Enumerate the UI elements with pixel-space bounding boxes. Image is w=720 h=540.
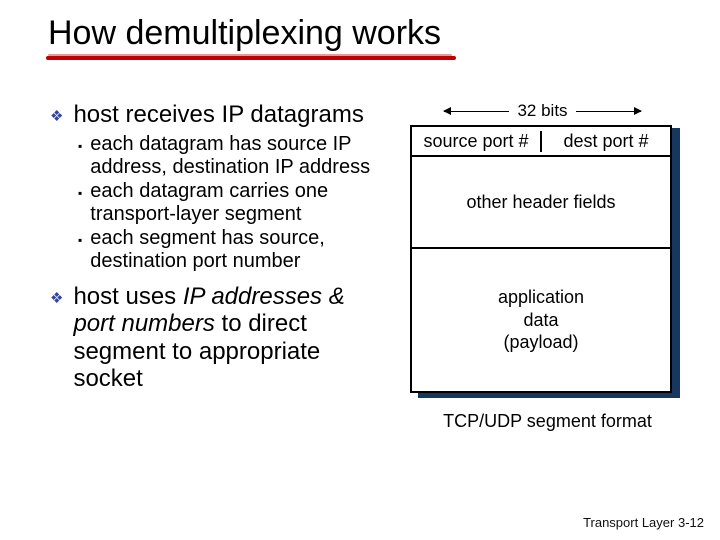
segment-table: source port # dest port # other header f… (410, 125, 672, 393)
slide: How demultiplexing works ❖ host receives… (0, 0, 720, 540)
right-column: 32 bits source port # dest port # other … (395, 101, 690, 432)
diamond-bullet-icon: ❖ (50, 289, 63, 307)
footer-page: 3-12 (678, 515, 704, 530)
payload-line: (payload) (503, 331, 578, 354)
square-bullet-icon: ▪ (78, 186, 82, 200)
sub-bullet-text: each segment has source, destination por… (90, 227, 385, 273)
payload-row: application data (payload) (412, 249, 670, 391)
bits-row: 32 bits (400, 101, 685, 121)
bits-label: 32 bits (517, 101, 567, 121)
footer-label: Transport Layer (583, 515, 674, 530)
left-column: ❖ host receives IP datagrams ▪ each data… (50, 101, 385, 432)
sub-bullet: ▪ each datagram has source IP address, d… (78, 133, 385, 179)
square-bullet-icon: ▪ (78, 233, 82, 247)
arrow-right-icon (576, 111, 641, 112)
payload-line: application (498, 286, 584, 309)
segment-diagram: 32 bits source port # dest port # other … (400, 101, 685, 432)
source-port-cell: source port # (412, 131, 542, 152)
sub-bullet: ▪ each datagram carries one transport-la… (78, 180, 385, 226)
arrow-left-icon (444, 111, 509, 112)
title-underline (46, 56, 456, 60)
diamond-bullet-icon: ❖ (50, 107, 63, 125)
bullet-1-text: host receives IP datagrams (73, 101, 363, 129)
footer: Transport Layer 3-12 (583, 515, 704, 530)
dest-port-cell: dest port # (542, 131, 670, 152)
bullet-2: ❖ host uses IP addresses & port numbers … (50, 283, 385, 393)
other-header-row: other header fields (412, 157, 670, 249)
slide-title: How demultiplexing works (48, 14, 702, 53)
ports-row: source port # dest port # (412, 127, 670, 157)
bullet-1-sublist: ▪ each datagram has source IP address, d… (78, 133, 385, 273)
content-area: ❖ host receives IP datagrams ▪ each data… (50, 101, 702, 432)
bullet-2-pre: host uses (73, 283, 182, 310)
square-bullet-icon: ▪ (78, 139, 82, 153)
bullet-1: ❖ host receives IP datagrams (50, 101, 385, 129)
sub-bullet-text: each datagram has source IP address, des… (90, 133, 385, 179)
bullet-2-text: host uses IP addresses & port numbers to… (73, 283, 385, 393)
sub-bullet-text: each datagram carries one transport-laye… (90, 180, 385, 226)
diagram-caption: TCP/UDP segment format (410, 411, 685, 432)
sub-bullet: ▪ each segment has source, destination p… (78, 227, 385, 273)
payload-line: data (523, 309, 558, 332)
